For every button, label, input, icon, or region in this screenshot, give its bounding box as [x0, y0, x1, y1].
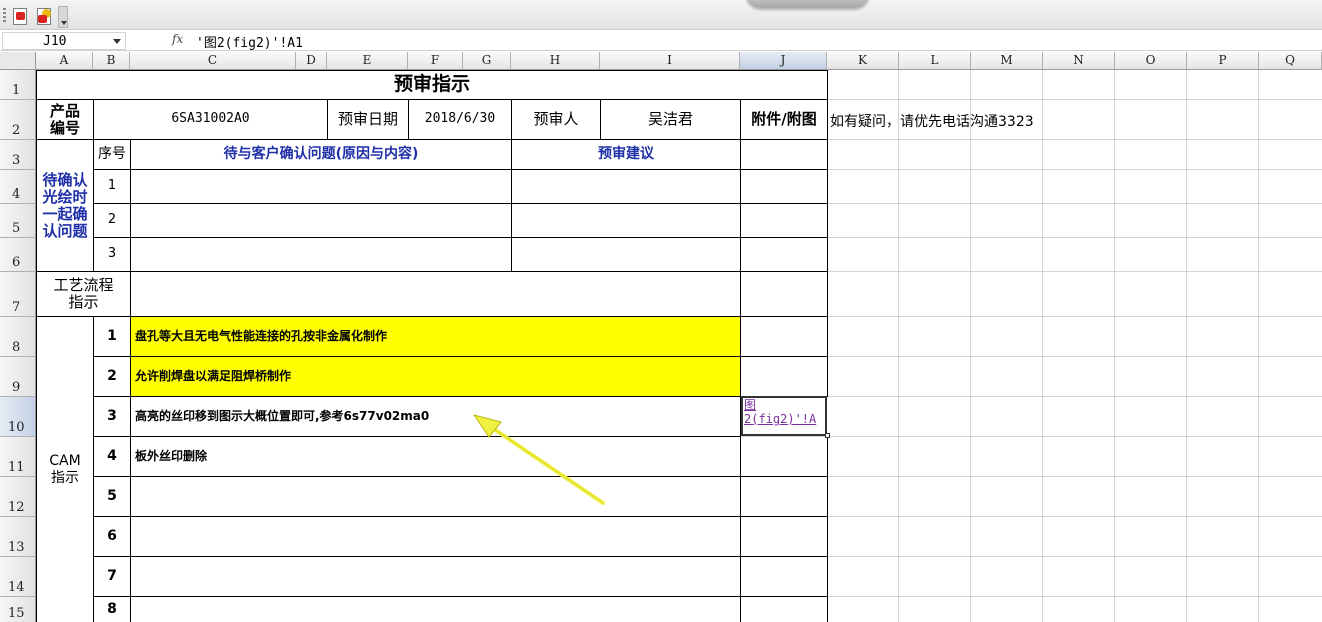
annotation-arrow	[472, 414, 605, 505]
